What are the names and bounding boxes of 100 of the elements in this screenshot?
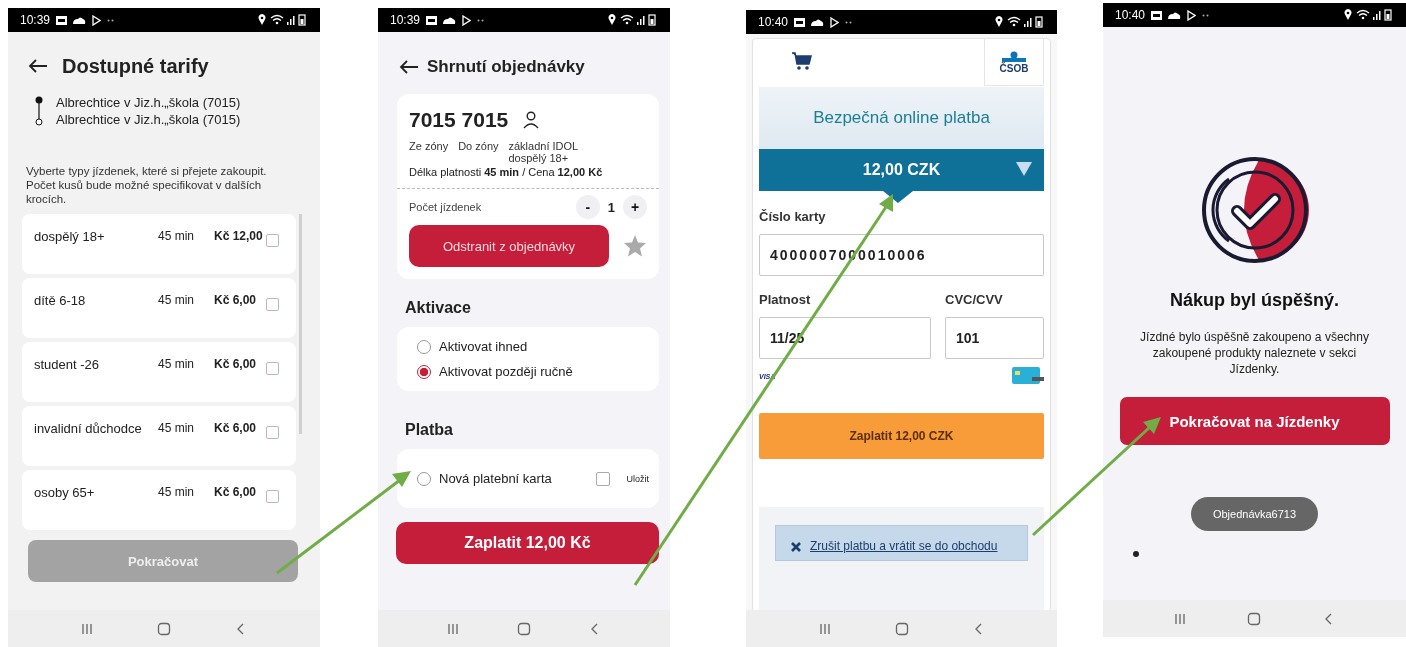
- image-icon: [426, 15, 438, 25]
- cloud-icon: [73, 16, 87, 24]
- home-icon[interactable]: [894, 621, 909, 636]
- cancel-payment-link[interactable]: Zrušit platbu a vrátit se do obchodu: [810, 538, 998, 554]
- radio-button[interactable]: [417, 471, 431, 486]
- remove-button[interactable]: Odstranit z objednávky: [409, 225, 609, 267]
- section-heading: Aktivace: [405, 299, 472, 317]
- screen-title: Shrnutí objednávky: [427, 56, 585, 78]
- radio-label: Aktivovat později ručně: [439, 364, 573, 379]
- image-icon: [56, 15, 68, 25]
- pay-button[interactable]: Zaplatit 12,00 Kč: [396, 522, 659, 564]
- success-title: Nákup byl úspěšný.: [1169, 290, 1340, 311]
- card-number-label: Číslo karty: [759, 209, 827, 224]
- checkbox[interactable]: [266, 426, 279, 439]
- system-status-icons: [1344, 9, 1394, 21]
- tariff-name: student -26: [34, 356, 101, 373]
- cvc-label: CVC/CVV: [945, 292, 1004, 307]
- tariff-price: Kč 6,00: [214, 356, 258, 373]
- from-zone-label: Ze zóny: [409, 140, 449, 154]
- tariff-duration: 45 min: [158, 356, 196, 373]
- system-status-icons: [995, 16, 1045, 28]
- tariff-row[interactable]: dospělý 18+ 45 min Kč 12,00: [22, 214, 296, 274]
- tariff-row[interactable]: osoby 65+ 45 min Kč 6,00: [22, 470, 296, 530]
- dropdown-icon[interactable]: [1016, 162, 1032, 176]
- route-stop: Albrechtice v Jiz.h.„škola (7015): [56, 111, 241, 128]
- decrement-button[interactable]: -: [575, 195, 600, 219]
- tariff-duration: 45 min: [158, 292, 196, 309]
- tariff-name: dospělý 18+: [34, 228, 106, 245]
- cloud-icon: [1168, 11, 1182, 19]
- continue-to-tickets-button[interactable]: Pokračovat na Jízdenky: [1119, 397, 1390, 445]
- tariff-row[interactable]: invalidní důchodce 45 min Kč 6,00: [22, 406, 296, 466]
- to-zone-label: Do zóny: [458, 140, 499, 154]
- status-time: 10:40: [758, 15, 789, 29]
- cloud-icon: [811, 18, 825, 26]
- tariff-name: základní IDOL dospělý 18+: [508, 140, 579, 164]
- radio-button[interactable]: [417, 364, 431, 379]
- zone-numbers: 7015 7015: [409, 108, 509, 132]
- cvc-field[interactable]: 101: [945, 317, 1044, 359]
- tariff-row[interactable]: student -26 45 min Kč 6,00: [22, 342, 296, 402]
- ticket-count-label: Počet jízdenek: [409, 201, 482, 213]
- route-icon: [34, 94, 44, 128]
- image-icon: [1151, 10, 1163, 20]
- play-icon: [830, 16, 840, 28]
- tariff-duration: 45 min: [158, 484, 196, 501]
- section-heading: Platba: [405, 421, 454, 439]
- more-dots-icon: [1202, 13, 1210, 17]
- home-icon[interactable]: [157, 621, 171, 636]
- checkbox[interactable]: [596, 471, 611, 486]
- image-icon: [794, 17, 806, 27]
- radio-button[interactable]: [417, 339, 431, 354]
- status-time: 10:39: [390, 13, 421, 27]
- screen-title: Dostupné tarify: [62, 54, 209, 79]
- pay-button[interactable]: Zaplatit 12,00 CZK: [759, 413, 1044, 459]
- more-dots-icon: [477, 18, 485, 22]
- increment-button[interactable]: +: [623, 195, 647, 219]
- recent-apps-icon[interactable]: [79, 621, 94, 636]
- save-card-label: Uložit: [626, 473, 649, 484]
- tariff-price: Kč 6,00: [214, 484, 258, 501]
- tariff-duration: 45 min: [158, 420, 196, 437]
- person-icon: [522, 111, 541, 129]
- pointer-notch: [883, 191, 913, 203]
- status-time: 10:40: [1115, 8, 1146, 22]
- toast-message: Objednávka6713: [1190, 497, 1319, 531]
- success-message: Jízdné bylo úspěšně zakoupeno a všechny zakoupené produkty naleznete v sekci Jízdenky.: [1139, 329, 1370, 377]
- recent-apps-icon[interactable]: [817, 621, 832, 636]
- route-stop: Albrechtice v Jiz.h.„škola (7015): [56, 94, 241, 111]
- card-icon: [1010, 365, 1044, 387]
- recent-apps-icon[interactable]: [446, 621, 461, 636]
- play-icon: [1187, 9, 1197, 21]
- tariff-name: invalidní důchodce: [34, 420, 143, 437]
- home-icon[interactable]: [517, 621, 531, 636]
- recent-apps-icon[interactable]: [1173, 611, 1188, 626]
- tariff-price: Kč 12,00: [214, 228, 264, 245]
- checkbox[interactable]: [266, 298, 279, 311]
- radio-label: Nová platební karta: [439, 471, 552, 486]
- system-status-icons: [258, 14, 308, 26]
- tariff-price: Kč 6,00: [214, 420, 258, 437]
- play-icon: [462, 14, 472, 26]
- home-icon[interactable]: [1247, 611, 1262, 626]
- validity-price-text: Délka platnosti 45 min / Cena 12,00 Kč: [409, 166, 604, 178]
- more-dots-icon: [107, 18, 115, 22]
- tariff-name: dítě 6-18: [34, 292, 87, 309]
- expiry-label: Platnost: [759, 292, 812, 307]
- checkbox[interactable]: [266, 362, 279, 375]
- ticket-count: 1: [606, 199, 616, 215]
- instructions-text: Vyberte typy jízdenek, které si přejete zakoupit. Počet kusů bude možné specifikovat v dalších krocích.: [26, 164, 268, 206]
- page-indicator-dot: [1133, 551, 1139, 557]
- close-icon[interactable]: [790, 541, 802, 553]
- checkbox[interactable]: [266, 490, 279, 503]
- payment-heading: Bezpečná online platba: [813, 108, 990, 128]
- tariff-price: Kč 6,00: [214, 292, 258, 309]
- tariff-duration: 45 min: [158, 228, 196, 245]
- cloud-icon: [443, 16, 457, 24]
- checkbox[interactable]: [266, 234, 279, 247]
- back-arrow-icon[interactable]: [399, 59, 419, 75]
- play-icon: [92, 14, 102, 26]
- tariff-name: osoby 65+: [34, 484, 96, 501]
- tariff-row[interactable]: dítě 6-18 45 min Kč 6,00: [22, 278, 296, 338]
- star-icon[interactable]: [623, 234, 647, 258]
- back-arrow-icon[interactable]: [28, 58, 48, 74]
